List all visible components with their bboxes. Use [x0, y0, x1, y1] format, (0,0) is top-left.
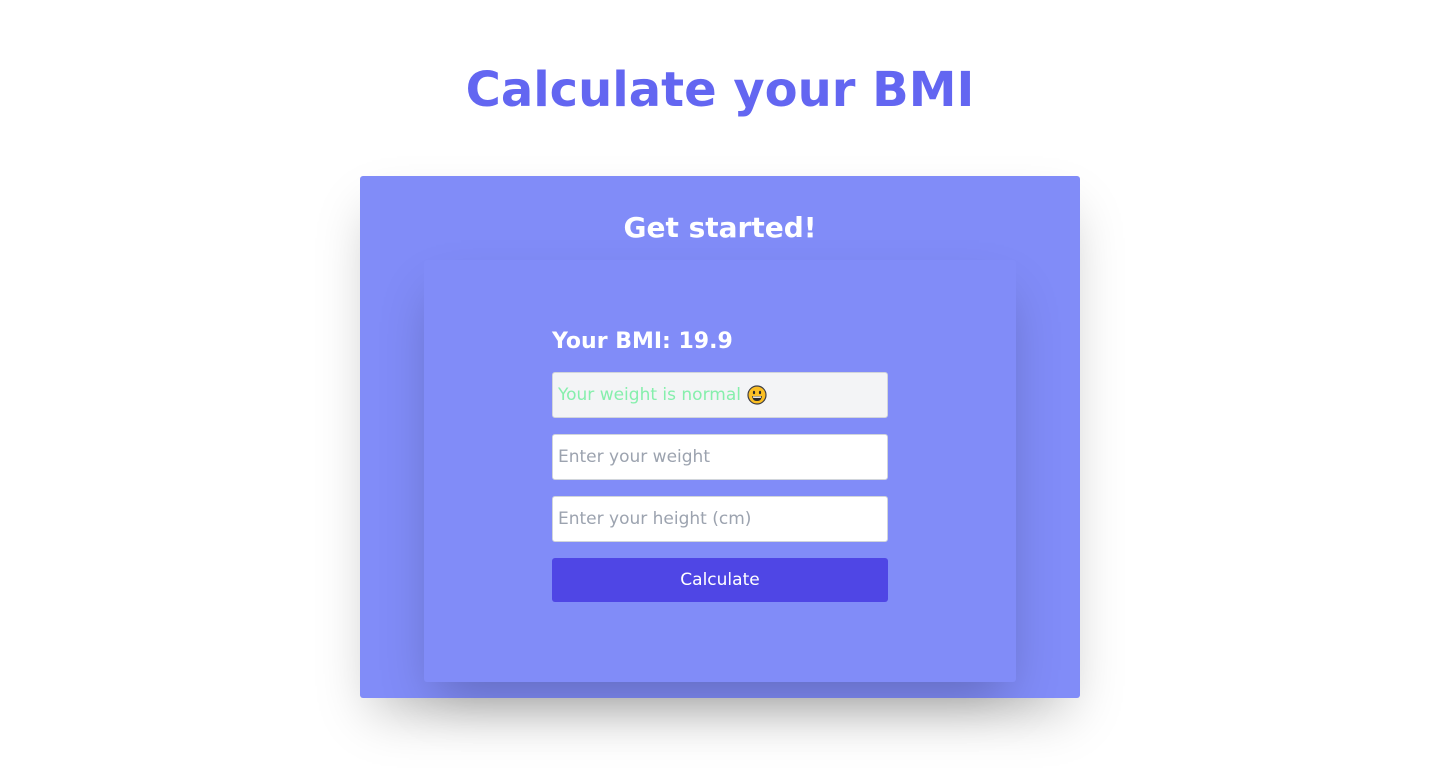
weight-status-field: Your weight is normal — [552, 372, 888, 418]
grinning-face-icon — [747, 385, 767, 405]
bmi-card: Get started! Your BMI: 19.9 Your weight … — [360, 176, 1080, 698]
page-title: Calculate your BMI — [465, 62, 975, 118]
height-input[interactable] — [552, 496, 888, 542]
weight-status-text: Your weight is normal — [558, 385, 741, 405]
bmi-result: Your BMI: 19.9 — [552, 329, 733, 354]
bmi-form-panel: Your BMI: 19.9 Your weight is normal Cal… — [424, 260, 1016, 682]
card-heading: Get started! — [623, 211, 817, 244]
weight-input[interactable] — [552, 434, 888, 480]
calculate-button[interactable]: Calculate — [552, 558, 888, 602]
